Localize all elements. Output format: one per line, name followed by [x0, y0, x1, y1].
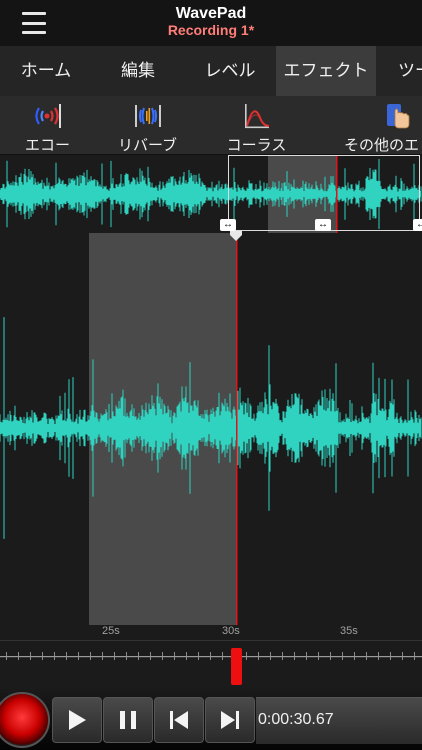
play-button[interactable] [52, 697, 102, 743]
effect-reverb-button[interactable]: リバーブ [95, 96, 200, 154]
overview-visible-range-box[interactable]: ↔ ↔ ↔ [220, 155, 422, 231]
pause-button[interactable] [103, 697, 153, 743]
tab-tools[interactable]: ツー [376, 46, 422, 96]
effect-more-label: その他のエ [344, 137, 420, 154]
transport-bar: 0:00:30.67 [0, 689, 422, 750]
effects-toolbar: エコー リバーブ コーラス その他のエ [0, 96, 422, 155]
record-button[interactable] [0, 692, 50, 748]
effect-echo-button[interactable]: エコー [0, 96, 100, 154]
tab-effects[interactable]: エフェクト [276, 46, 376, 96]
effect-echo-label: エコー [24, 137, 70, 154]
effect-chorus-button[interactable]: コーラス [204, 96, 309, 154]
effect-more-button[interactable]: その他のエ [338, 96, 422, 154]
tab-home[interactable]: ホーム [0, 46, 92, 96]
skip-back-icon [170, 711, 188, 729]
pause-icon [120, 711, 136, 729]
tab-edit[interactable]: 編集 [92, 46, 184, 96]
tab-bar: ホーム 編集 レベル エフェクト ツー [0, 46, 422, 97]
title-bar: WavePad Recording 1* [0, 0, 422, 46]
skip-forward-icon [221, 711, 239, 729]
tab-levels[interactable]: レベル [184, 46, 276, 96]
playhead-marker-icon[interactable] [230, 231, 242, 241]
range-right-handle-icon[interactable]: ↔ [413, 219, 422, 231]
timeline-ruler[interactable]: 25s 30s 35s [0, 625, 422, 689]
app-title: WavePad [175, 5, 247, 22]
time-display: 0:00:30.67 [258, 711, 334, 728]
echo-icon [34, 104, 61, 128]
range-mid-handle-icon[interactable]: ↔ [315, 219, 331, 231]
playhead-line [236, 233, 238, 625]
play-icon [69, 710, 86, 730]
position-slider-thumb[interactable] [231, 648, 242, 685]
range-left-handle-icon[interactable]: ↔ [220, 219, 236, 231]
more-effects-icon [387, 104, 410, 129]
main-waveform[interactable] [0, 233, 422, 625]
skip-to-end-button[interactable] [205, 697, 255, 743]
skip-to-start-button[interactable] [154, 697, 204, 743]
reverb-icon [134, 105, 161, 127]
effect-chorus-label: コーラス [226, 137, 287, 154]
effect-reverb-label: リバーブ [117, 137, 178, 154]
chorus-icon [244, 104, 269, 129]
document-title: Recording 1* [167, 22, 255, 38]
